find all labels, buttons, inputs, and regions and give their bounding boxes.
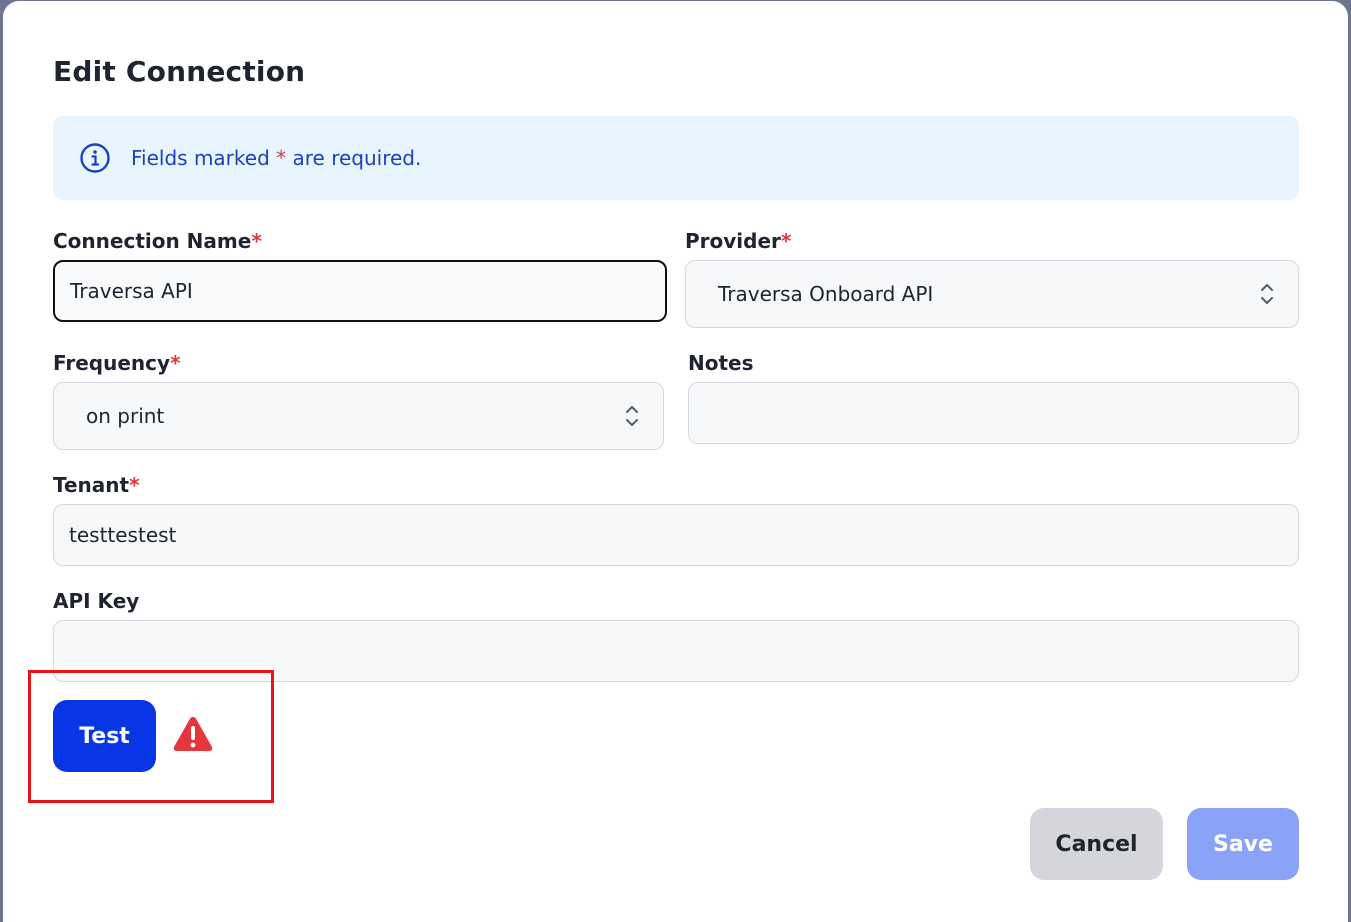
notes-label: Notes [688, 351, 754, 375]
connection-name-input[interactable]: Traversa API [53, 260, 667, 322]
chevron-up-down-icon [626, 406, 638, 426]
tenant-label: Tenant* [53, 473, 140, 497]
frequency-label: Frequency* [53, 351, 181, 375]
notes-input[interactable] [688, 382, 1299, 444]
edit-connection-dialog: Edit Connection Fields marked * are requ… [3, 1, 1348, 922]
frequency-select[interactable]: on print [53, 382, 664, 450]
tenant-value: testtestest [69, 523, 177, 547]
info-circle-icon [80, 143, 110, 173]
provider-label: Provider* [685, 229, 792, 253]
chevron-up-down-icon [1261, 284, 1273, 304]
connection-name-label: Connection Name* [53, 229, 262, 253]
dialog-title: Edit Connection [53, 55, 306, 88]
api-key-label: API Key [53, 589, 140, 613]
info-banner: Fields marked * are required. [53, 116, 1299, 200]
provider-select[interactable]: Traversa Onboard API [685, 260, 1299, 328]
tenant-input[interactable]: testtestest [53, 504, 1299, 566]
cancel-button[interactable]: Cancel [1030, 808, 1163, 880]
provider-value: Traversa Onboard API [718, 282, 934, 306]
info-text: Fields marked * are required. [131, 146, 422, 170]
save-button[interactable]: Save [1187, 808, 1299, 880]
frequency-value: on print [86, 404, 165, 428]
annotation-highlight-box [28, 670, 274, 803]
connection-name-value: Traversa API [70, 279, 193, 303]
